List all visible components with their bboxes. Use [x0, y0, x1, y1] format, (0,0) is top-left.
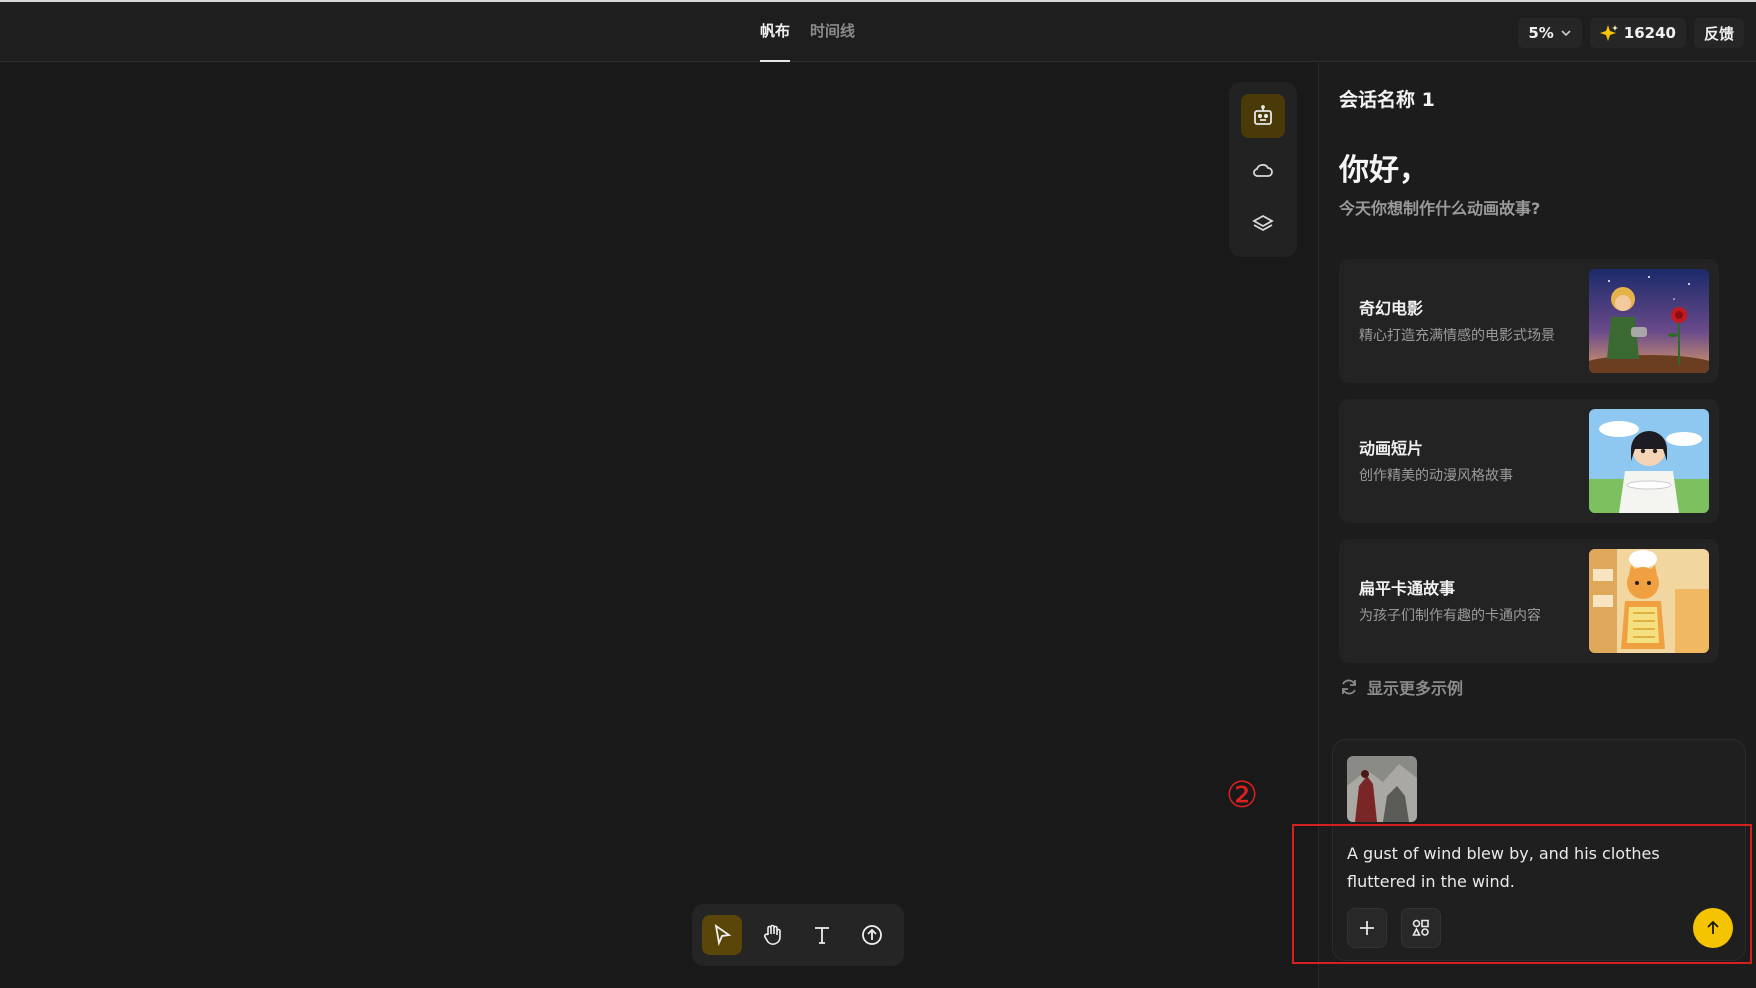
hand-tool[interactable]: [752, 915, 792, 955]
add-button[interactable]: [1347, 908, 1387, 948]
card-title: 奇幻电影: [1359, 299, 1424, 318]
card-thumbnail: [1589, 269, 1709, 373]
layers-button[interactable]: [1241, 202, 1285, 246]
robot-button[interactable]: [1241, 94, 1285, 138]
hand-icon: [763, 924, 781, 945]
prompt-text[interactable]: A gust of wind blew by, and his clothes …: [1347, 840, 1677, 896]
tab-timeline[interactable]: 时间线: [810, 2, 855, 62]
layers-icon: [1252, 214, 1274, 232]
card-title: 动画短片: [1359, 439, 1424, 458]
credits-badge[interactable]: 16240: [1589, 18, 1686, 48]
example-card-anime[interactable]: 动画短片 创作精美的动漫风格故事: [1339, 399, 1719, 523]
prompt-composer: A gust of wind blew by, and his clothes …: [1332, 739, 1746, 961]
top-right-controls: 5% 16240 反馈: [1518, 18, 1744, 48]
top-bar: 帆布 时间线 5% 16240 反馈: [0, 0, 1756, 62]
refresh-icon: [1342, 679, 1356, 695]
pointer-tool[interactable]: [702, 915, 742, 955]
plus-icon: [1360, 921, 1374, 935]
view-tabs: 帆布 时间线: [760, 2, 855, 62]
upload-tool[interactable]: [852, 915, 892, 955]
show-more-examples[interactable]: 显示更多示例: [1339, 675, 1463, 699]
robot-icon: [1254, 105, 1272, 125]
pointer-icon: [714, 924, 732, 947]
card-desc: 创作精美的动漫风格故事: [1359, 468, 1513, 484]
credits-value: 16240: [1623, 24, 1676, 42]
canvas-toolbar: [692, 904, 904, 966]
chat-panel: 会话名称 1 你好， 今天你想制作什么动画故事? 奇幻电影 精心打造充满情感的电…: [1318, 63, 1756, 988]
annotation-number: ②: [1225, 775, 1259, 816]
canvas-area[interactable]: [0, 63, 1318, 988]
cloud-button[interactable]: [1241, 148, 1285, 192]
zoom-value: 5%: [1528, 24, 1554, 42]
card-thumbnail: [1589, 549, 1709, 653]
session-title: 会话名称 1: [1339, 89, 1435, 111]
attached-image[interactable]: [1347, 756, 1417, 822]
sparkle-icon: [1599, 25, 1618, 41]
text-tool[interactable]: [802, 915, 842, 955]
example-card-fantasy[interactable]: 奇幻电影 精心打造充满情感的电影式场景: [1339, 259, 1719, 383]
greeting-subtitle: 今天你想制作什么动画故事?: [1339, 199, 1541, 218]
shapes-icon: [1412, 919, 1429, 936]
card-desc: 为孩子们制作有趣的卡通内容: [1359, 608, 1541, 624]
zoom-select[interactable]: 5%: [1518, 18, 1582, 48]
arrow-up-icon: [1707, 920, 1719, 934]
side-tool-rail: [1229, 82, 1297, 257]
templates-button[interactable]: [1401, 908, 1441, 948]
tab-canvas[interactable]: 帆布: [760, 2, 791, 62]
feedback-button[interactable]: 反馈: [1693, 18, 1744, 48]
upload-icon: [862, 925, 882, 945]
show-more-label: 显示更多示例: [1367, 679, 1464, 698]
card-title: 扁平卡通故事: [1359, 579, 1456, 598]
chevron-down-icon: [1561, 30, 1571, 37]
send-button[interactable]: [1693, 908, 1733, 948]
cloud-icon: [1253, 163, 1273, 177]
example-card-cartoon[interactable]: 扁平卡通故事 为孩子们制作有趣的卡通内容: [1339, 539, 1719, 663]
card-desc: 精心打造充满情感的电影式场景: [1359, 328, 1555, 344]
card-thumbnail: [1589, 409, 1709, 513]
text-icon: [815, 927, 829, 944]
greeting-heading: 你好，: [1339, 153, 1429, 188]
